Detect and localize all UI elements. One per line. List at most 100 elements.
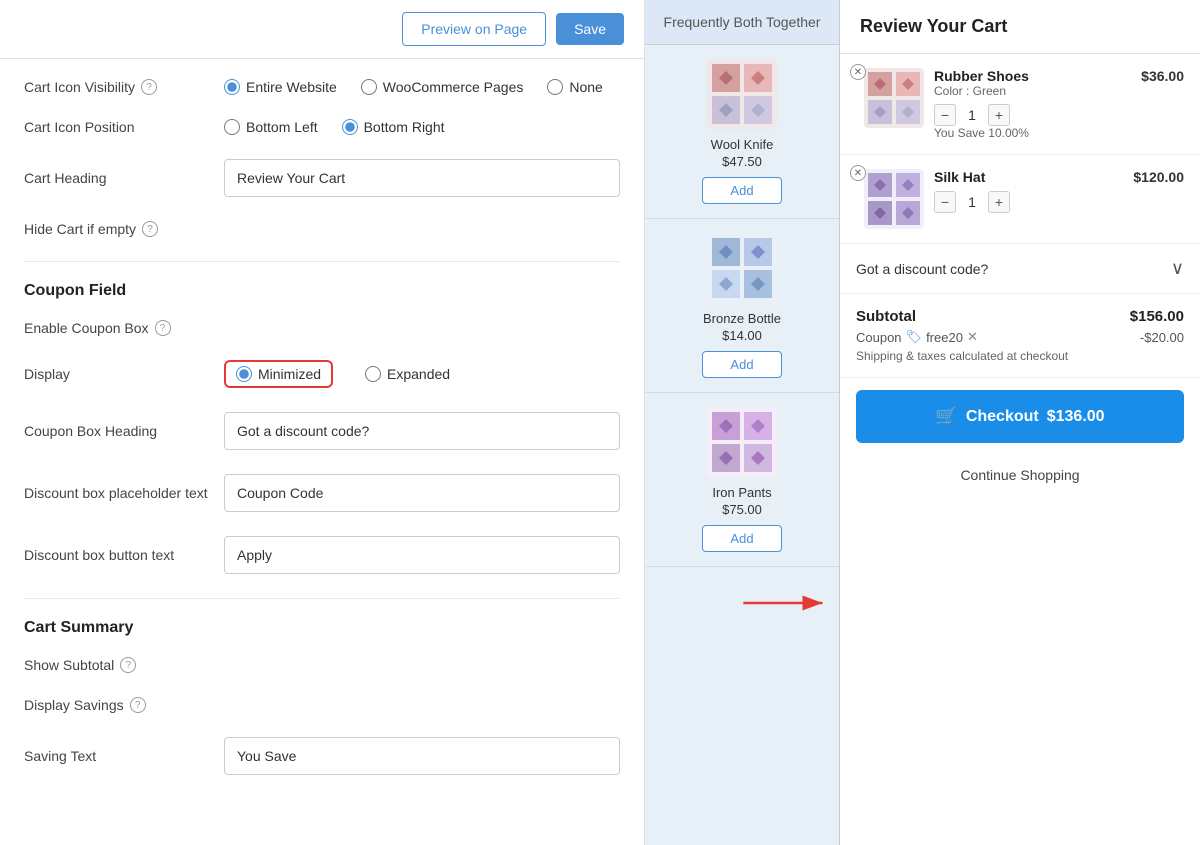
discount-button-text-input[interactable]: [224, 536, 620, 574]
silk-hat-qty-control: − 1 +: [934, 191, 1123, 213]
cart-heading-input[interactable]: [224, 159, 620, 197]
frequently-bought-panel: Frequently Both Together Wool Knife $47.…: [645, 0, 840, 845]
cart-panel-header: Review Your Cart: [840, 0, 1200, 54]
checkout-total: $136.00: [1047, 408, 1105, 426]
subtotal-value: $156.00: [1130, 308, 1184, 325]
discount-button-text-label: Discount box button text: [24, 547, 224, 563]
show-subtotal-label: Show Subtotal ?: [24, 657, 224, 673]
minimized-highlighted: Minimized: [224, 360, 333, 388]
cart-heading-control: [224, 159, 620, 197]
rubber-shoes-qty-value: 1: [964, 107, 980, 123]
rubber-shoes-qty-increase[interactable]: +: [988, 104, 1010, 126]
rubber-shoes-attribute: Color : Green: [934, 84, 1131, 98]
rubber-shoes-name: Rubber Shoes: [934, 68, 1131, 84]
coupon-remove-icon[interactable]: ✕: [967, 329, 978, 345]
coupon-box-heading-label: Coupon Box Heading: [24, 423, 224, 439]
cart-heading-row: Cart Heading: [24, 159, 620, 197]
product-iron-pants: Iron Pants $75.00 Add: [645, 393, 839, 567]
discount-placeholder-control: [224, 474, 620, 512]
cart-icon-visibility-control: Entire Website WooCommerce Pages None: [224, 79, 620, 95]
display-label: Display: [24, 366, 224, 382]
enable-coupon-box-label: Enable Coupon Box ?: [24, 320, 224, 336]
cart-icon-position-row: Cart Icon Position Bottom Left Bottom Ri…: [24, 119, 620, 135]
iron-pants-image: [707, 407, 777, 477]
arrow-indicator-area: [645, 567, 839, 639]
coupon-discount-value: -$20.00: [1140, 330, 1184, 345]
coupon-discount-row: Coupon 🏷 free20 ✕ -$20.00: [856, 329, 1184, 345]
silk-hat-price: $120.00: [1133, 169, 1184, 185]
bronze-bottle-add-button[interactable]: Add: [702, 351, 782, 378]
discount-placeholder-label: Discount box placeholder text: [24, 485, 224, 501]
discount-button-text-row: Discount box button text: [24, 536, 620, 574]
preview-button[interactable]: Preview on Page: [402, 12, 546, 46]
saving-text-control: [224, 737, 620, 775]
bronze-bottle-name: Bronze Bottle: [655, 311, 829, 326]
silk-hat-qty-increase[interactable]: +: [988, 191, 1010, 213]
position-bottom-left-option[interactable]: Bottom Left: [224, 119, 318, 135]
show-subtotal-help-icon[interactable]: ?: [120, 657, 136, 673]
coupon-row[interactable]: Got a discount code? ∨: [840, 244, 1200, 294]
cart-summary-section-heading: Cart Summary: [24, 619, 620, 637]
silk-hat-qty-decrease[interactable]: −: [934, 191, 956, 213]
rubber-shoes-savings: You Save 10.00%: [934, 126, 1131, 140]
cart-item-silk-hat-close-icon[interactable]: ✕: [850, 165, 866, 181]
hide-cart-row: Hide Cart if empty ?: [24, 221, 620, 237]
cart-summary-section: Subtotal $156.00 Coupon 🏷 free20 ✕ -$20.…: [840, 294, 1200, 378]
coupon-code-value: free20: [926, 330, 963, 345]
rubber-shoes-qty-control: − 1 +: [934, 104, 1131, 126]
bronze-bottle-price: $14.00: [655, 328, 829, 343]
display-expanded-option[interactable]: Expanded: [365, 366, 450, 382]
wool-knife-image: [707, 59, 777, 129]
discount-placeholder-row: Discount box placeholder text: [24, 474, 620, 512]
checkout-cart-icon: 🛒: [935, 406, 957, 427]
saving-text-input[interactable]: [224, 737, 620, 775]
iron-pants-add-button[interactable]: Add: [702, 525, 782, 552]
display-control: Minimized Expanded: [224, 360, 620, 388]
rubber-shoes-price: $36.00: [1141, 68, 1184, 84]
coupon-box-heading-control: [224, 412, 620, 450]
checkout-button[interactable]: 🛒 Checkout $136.00: [856, 390, 1184, 443]
visibility-woocommerce-option[interactable]: WooCommerce Pages: [361, 79, 524, 95]
cart-icon-visibility-help-icon[interactable]: ?: [141, 79, 157, 95]
enable-coupon-help-icon[interactable]: ?: [155, 320, 171, 336]
bronze-bottle-image: [707, 233, 777, 303]
save-button[interactable]: Save: [556, 13, 624, 45]
cart-item-rubber-shoes: ✕ Rubber Shoes Color : Green: [840, 54, 1200, 155]
cart-heading-label: Cart Heading: [24, 170, 224, 186]
coupon-tag-icon: 🏷: [906, 329, 923, 345]
top-bar: Preview on Page Save: [0, 0, 644, 59]
continue-shopping-button[interactable]: Continue Shopping: [840, 455, 1200, 495]
cart-item-rubber-shoes-close-icon[interactable]: ✕: [850, 64, 866, 80]
wool-knife-price: $47.50: [655, 154, 829, 169]
product-wool-knife: Wool Knife $47.50 Add: [645, 45, 839, 219]
position-bottom-right-option[interactable]: Bottom Right: [342, 119, 445, 135]
display-savings-control: [224, 697, 620, 713]
discount-placeholder-input[interactable]: [224, 474, 620, 512]
coupon-tag: Coupon 🏷 free20 ✕: [856, 329, 978, 345]
coupon-box-heading-row: Coupon Box Heading: [24, 412, 620, 450]
cart-icon-position-control: Bottom Left Bottom Right: [224, 119, 620, 135]
coupon-box-heading-input[interactable]: [224, 412, 620, 450]
visibility-none-option[interactable]: None: [547, 79, 602, 95]
silk-hat-qty-value: 1: [964, 194, 980, 210]
display-row: Display Minimized Expanded: [24, 360, 620, 388]
visibility-entire-website-option[interactable]: Entire Website: [224, 79, 337, 95]
cart-panel: Review Your Cart ✕ Rubber Shoes: [840, 0, 1200, 845]
rubber-shoes-qty-decrease[interactable]: −: [934, 104, 956, 126]
wool-knife-add-button[interactable]: Add: [702, 177, 782, 204]
cart-icon-visibility-row: Cart Icon Visibility ? Entire Website Wo…: [24, 79, 620, 95]
discount-button-text-control: [224, 536, 620, 574]
rubber-shoes-info: Rubber Shoes Color : Green − 1 + You Sav…: [934, 68, 1131, 140]
coupon-field-section-heading: Coupon Field: [24, 282, 620, 300]
frequently-bought-title: Frequently Both Together: [645, 0, 839, 45]
display-minimized-option[interactable]: Minimized: [236, 366, 321, 382]
subtotal-label: Subtotal: [856, 308, 916, 325]
coupon-chevron-icon: ∨: [1171, 258, 1184, 279]
cart-item-silk-hat: ✕ Silk Hat − 1: [840, 155, 1200, 244]
saving-text-row: Saving Text: [24, 737, 620, 775]
hide-cart-help-icon[interactable]: ?: [142, 221, 158, 237]
cart-icon-position-label: Cart Icon Position: [24, 119, 224, 135]
display-savings-label: Display Savings ?: [24, 697, 224, 713]
shipping-note: Shipping & taxes calculated at checkout: [856, 349, 1184, 363]
display-savings-help-icon[interactable]: ?: [130, 697, 146, 713]
